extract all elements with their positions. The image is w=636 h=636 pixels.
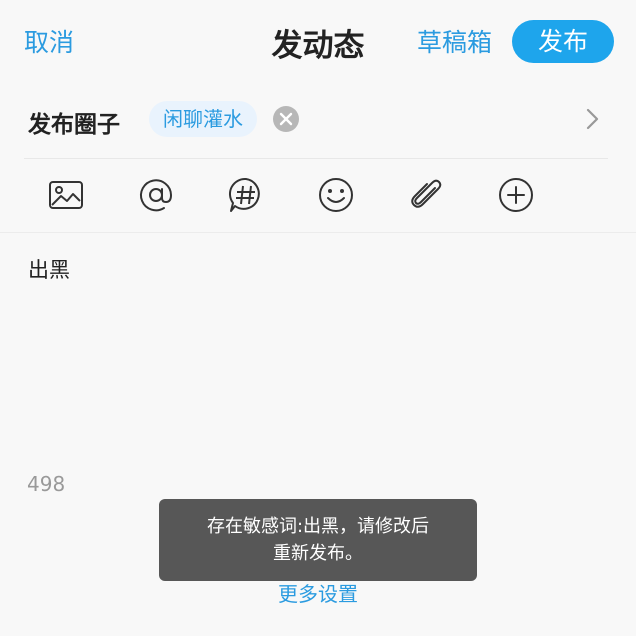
add-icon[interactable] bbox=[497, 176, 535, 214]
at-icon[interactable] bbox=[137, 176, 175, 214]
top-bar: 取消 发动态 草稿箱 发布 bbox=[0, 0, 636, 86]
remove-tag-icon[interactable] bbox=[273, 106, 299, 132]
more-settings-link[interactable]: 更多设置 bbox=[0, 578, 636, 607]
drafts-button[interactable]: 草稿箱 bbox=[417, 23, 492, 59]
toast-message-line-1: 存在敏感词:出黑，请修改后 bbox=[206, 516, 430, 537]
sensitive-word-toast: 存在敏感词:出黑，请修改后 重新发布。 bbox=[159, 499, 477, 581]
editor-toolbar bbox=[0, 159, 636, 232]
circle-selector-row[interactable]: 发布圈子 闲聊灌水 bbox=[0, 86, 636, 156]
attachment-icon[interactable] bbox=[407, 176, 445, 214]
circle-label: 发布圈子 bbox=[28, 112, 120, 138]
publish-button[interactable]: 发布 bbox=[512, 20, 614, 63]
hashtag-icon[interactable] bbox=[227, 176, 265, 214]
selected-circle-tag[interactable]: 闲聊灌水 bbox=[149, 101, 257, 137]
emoji-icon[interactable] bbox=[317, 176, 355, 214]
divider bbox=[0, 232, 636, 233]
image-icon[interactable] bbox=[47, 176, 85, 214]
remaining-char-count: 498 bbox=[27, 472, 66, 496]
toast-message-line-2: 重新发布。 bbox=[273, 543, 363, 564]
post-content-input[interactable]: 出黑 bbox=[28, 254, 70, 284]
chevron-right-icon[interactable] bbox=[582, 106, 604, 132]
